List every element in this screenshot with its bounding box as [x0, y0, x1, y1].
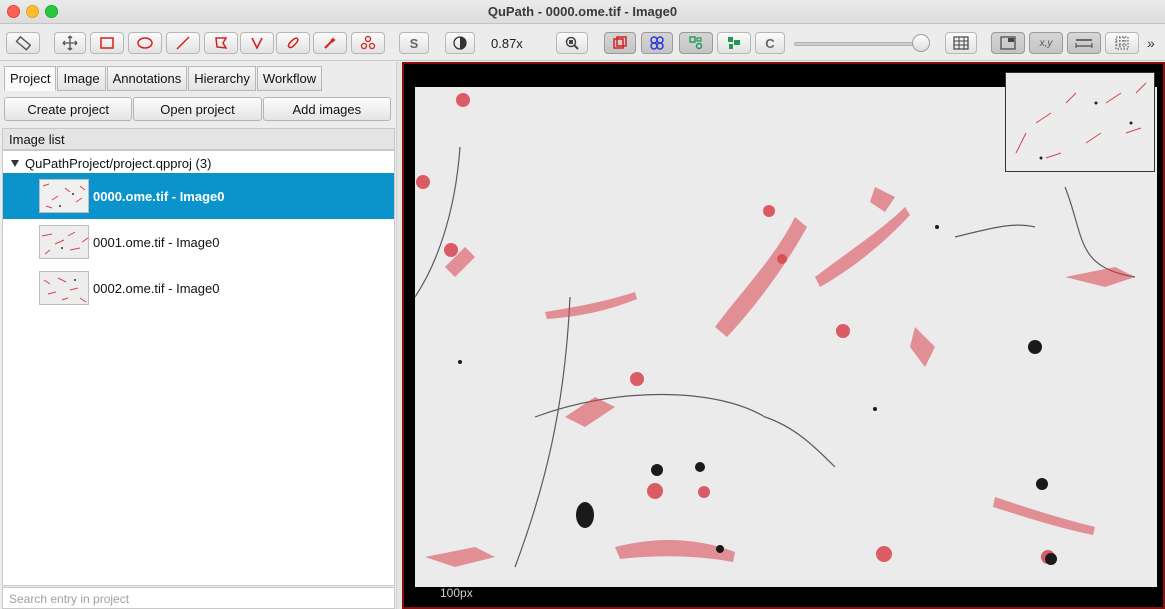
polyline-tool-button[interactable] — [240, 32, 274, 54]
window-title: QuPath - 0000.ome.tif - Image0 — [487, 4, 678, 19]
scale-bar-label: 100px — [440, 586, 473, 600]
rectangle-icon — [100, 37, 114, 49]
title-bar: QuPath - 0000.ome.tif - Image0 — [0, 0, 1165, 24]
annotation-icon — [613, 36, 627, 49]
brush-tool-button[interactable] — [276, 32, 310, 54]
cells-label: C — [765, 35, 775, 51]
contrast-icon — [453, 36, 467, 50]
list-item[interactable]: 0000.ome.tif - Image0 — [3, 173, 394, 219]
ruler-icon — [15, 35, 31, 51]
tab-image[interactable]: Image — [57, 66, 106, 91]
left-panel: Project Image Annotations Hierarchy Work… — [0, 62, 398, 609]
brightness-contrast-button[interactable] — [445, 32, 475, 54]
show-location-toggle[interactable]: x,y — [1029, 32, 1063, 54]
add-images-button[interactable]: Add images — [262, 97, 391, 121]
polygon-tool-button[interactable] — [204, 32, 238, 54]
detection-icon — [689, 36, 703, 50]
tab-workflow[interactable]: Workflow — [256, 66, 323, 91]
brush-icon — [287, 37, 299, 49]
image-entry-label: 0001.ome.tif - Image0 — [93, 234, 220, 250]
points-icon — [360, 35, 376, 50]
chevron-down-icon[interactable] — [11, 160, 19, 167]
polygon-icon — [215, 37, 228, 49]
image-list[interactable]: QuPathProject/project.qpproj (3) 0000.om… — [2, 150, 395, 586]
image-thumbnail — [39, 225, 89, 259]
polyline-icon — [251, 37, 263, 50]
opacity-slider-track[interactable] — [794, 42, 924, 46]
open-project-button[interactable]: Open project — [133, 97, 262, 121]
search-input[interactable]: Search entry in project — [2, 587, 395, 609]
measure-tool-button[interactable] — [6, 32, 40, 54]
line-icon — [176, 36, 190, 50]
main-toolbar: S 0.87x C x,y » — [0, 25, 1165, 61]
show-tma-grid-toggle[interactable] — [641, 32, 673, 54]
zoom-to-fit-button[interactable] — [556, 32, 588, 54]
image-entry-label: 0000.ome.tif - Image0 — [93, 188, 225, 204]
list-item[interactable]: 0002.ome.tif - Image0 — [3, 265, 394, 311]
rectangle-tool-button[interactable] — [90, 32, 124, 54]
opacity-slider-thumb[interactable] — [912, 34, 930, 52]
image-thumbnail — [39, 179, 89, 213]
ellipse-tool-button[interactable] — [128, 32, 162, 54]
image-thumbnail — [39, 271, 89, 305]
grid-icon — [953, 36, 969, 50]
wand-icon — [324, 37, 336, 49]
tab-hierarchy[interactable]: Hierarchy — [188, 66, 256, 91]
project-root-node[interactable]: QuPathProject/project.qpproj (3) — [11, 156, 211, 171]
show-grid-button[interactable] — [945, 32, 977, 54]
toolbar-overflow-button[interactable]: » — [1147, 35, 1155, 51]
show-scalebar-toggle[interactable] — [1067, 32, 1101, 54]
project-root-label: QuPathProject/project.qpproj (3) — [25, 156, 212, 171]
wand-tool-button[interactable] — [313, 32, 347, 54]
show-detections-toggle[interactable] — [679, 32, 713, 54]
show-cells-button[interactable]: C — [755, 32, 785, 54]
create-project-button[interactable]: Create project — [4, 97, 133, 121]
cell-icon — [728, 37, 740, 49]
move-tool-button[interactable] — [54, 32, 86, 54]
zoom-level: 0.87x — [491, 36, 523, 51]
pixel-grid-button[interactable] — [1105, 32, 1139, 54]
tab-project[interactable]: Project — [4, 66, 57, 91]
project-button-row: Create project Open project Add images — [4, 97, 392, 121]
overview-icon — [1000, 36, 1016, 50]
list-item[interactable]: 0001.ome.tif - Image0 — [3, 219, 394, 265]
image-list-header: Image list — [2, 128, 395, 150]
image-entry-label: 0002.ome.tif - Image0 — [93, 280, 220, 296]
show-overview-toggle[interactable] — [991, 32, 1025, 54]
ellipse-icon — [137, 37, 153, 49]
overview-thumbnail[interactable] — [1005, 72, 1155, 172]
analysis-tabs: Project Image Annotations Hierarchy Work… — [4, 66, 323, 92]
tab-annotations[interactable]: Annotations — [106, 66, 188, 91]
selection-mode-button[interactable]: S — [399, 32, 429, 54]
line-tool-button[interactable] — [166, 32, 200, 54]
zoom-to-fit-icon — [565, 36, 579, 50]
move-icon — [62, 35, 78, 51]
scalebar-icon — [1075, 39, 1093, 48]
fill-detections-toggle[interactable] — [717, 32, 751, 54]
points-tool-button[interactable] — [351, 32, 385, 54]
pixel-grid-icon — [1115, 36, 1129, 50]
location-icon: x,y — [1039, 37, 1053, 49]
selection-mode-label: S — [409, 35, 419, 51]
tma-icon — [650, 36, 664, 50]
show-annotations-toggle[interactable] — [604, 32, 636, 54]
